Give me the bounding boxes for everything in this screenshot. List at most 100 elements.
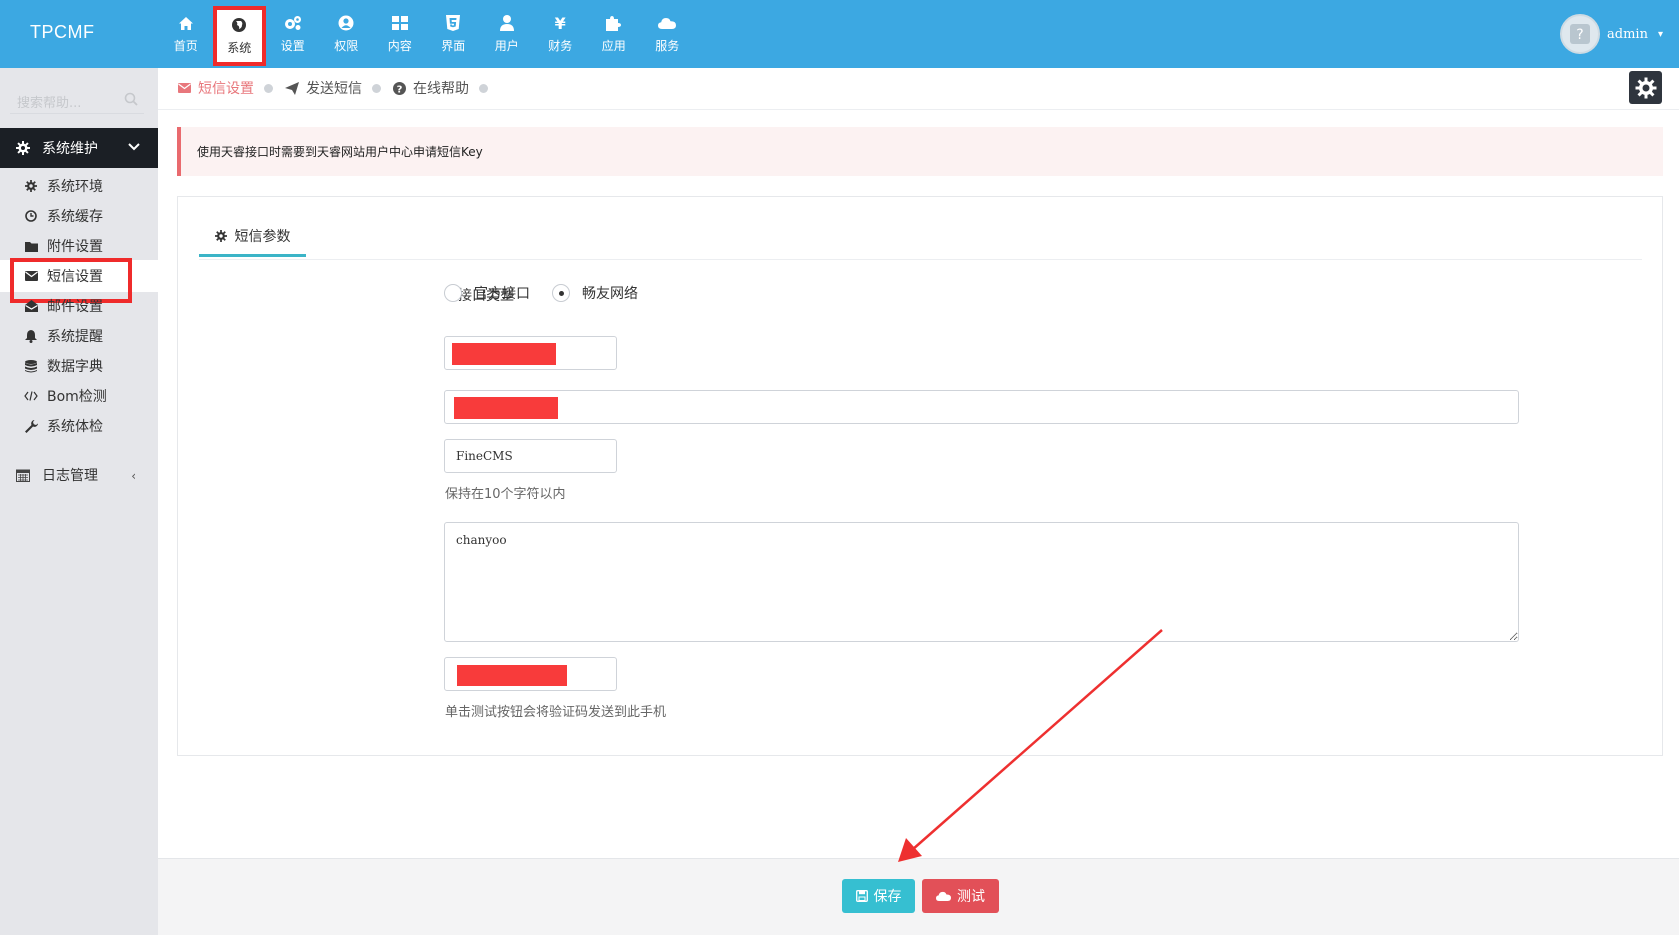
sms-params-panel: 短信参数 接口类型 官方接口 畅友网络 平台帐号 调用密码 短信签名 FineC… xyxy=(177,196,1663,756)
cloud-icon xyxy=(658,14,677,32)
sidebar-item-label: Bom检测 xyxy=(47,389,107,405)
chevron-down-icon xyxy=(128,140,140,156)
nav-item-users[interactable]: 用户 xyxy=(480,0,534,68)
sidebar-item-label: 邮件设置 xyxy=(47,299,103,315)
clock-icon xyxy=(24,209,38,223)
account-input[interactable] xyxy=(444,336,617,370)
sidebar-item-email-settings[interactable]: 邮件设置 xyxy=(0,290,158,322)
sidebar-item-label: 系统提醒 xyxy=(47,329,103,345)
radio-circle-selected[interactable] xyxy=(552,284,570,302)
tab-separator xyxy=(479,83,488,93)
signature-input[interactable]: FineCMS xyxy=(444,439,617,473)
yen-icon: ¥ xyxy=(554,13,566,33)
avatar[interactable]: ? xyxy=(1560,14,1601,54)
sidebar-item-label: 系统缓存 xyxy=(47,209,103,225)
database-icon xyxy=(24,359,38,373)
nav-label: 权限 xyxy=(334,39,359,53)
sidebar-item-data-dictionary[interactable]: 数据字典 xyxy=(0,350,158,382)
tab-label: 发送短信 xyxy=(306,81,362,97)
nav-label: 系统 xyxy=(227,41,252,55)
divider xyxy=(199,259,1642,260)
button-label: 测试 xyxy=(957,889,985,905)
cloud-icon xyxy=(936,891,951,901)
sidebar-search[interactable]: 搜索帮助... xyxy=(10,78,144,114)
custom-params-textarea[interactable]: chanyoo xyxy=(444,522,1519,642)
search-input[interactable]: 搜索帮助... xyxy=(17,92,81,111)
code-icon xyxy=(24,389,38,403)
nav-item-permissions[interactable]: 权限 xyxy=(320,0,374,68)
gear-icon xyxy=(16,141,30,155)
sidebar-item-system-check[interactable]: 系统体检 xyxy=(0,410,158,442)
sidebar-group-logs[interactable]: 日志管理 ‹ xyxy=(0,457,158,493)
chevron-down-icon[interactable]: ▾ xyxy=(1658,29,1663,40)
nav-item-system[interactable]: 系统 xyxy=(212,6,266,66)
brand-logo[interactable]: TPCMF xyxy=(30,22,95,43)
envelope-open-icon xyxy=(24,299,38,313)
tab-separator xyxy=(264,83,273,93)
svg-text:?: ? xyxy=(397,84,403,95)
tab-send-sms[interactable]: 发送短信 xyxy=(285,78,362,98)
nav-label: 服务 xyxy=(655,39,680,53)
nav-label: 界面 xyxy=(441,39,466,53)
divider xyxy=(158,109,1679,110)
test-phone-input[interactable] xyxy=(444,657,617,691)
page-tabs: 短信设置 发送短信 ? 在线帮助 xyxy=(178,76,500,100)
settings-gear-button[interactable] xyxy=(1629,71,1662,104)
button-label: 保存 xyxy=(873,889,902,905)
redacted-value xyxy=(454,397,558,419)
nav-item-finance[interactable]: ¥ 财务 xyxy=(534,0,588,68)
top-header: TPCMF 首页 系统 设置 权限 内容 界面 用户 ¥ 财务 应用 服务 ? … xyxy=(0,0,1679,68)
test-button[interactable]: 测试 xyxy=(922,879,999,913)
radio-circle[interactable] xyxy=(444,284,462,302)
wrench-icon xyxy=(24,419,38,433)
sidebar-group-label: 系统维护 xyxy=(42,141,98,157)
save-button[interactable]: 保存 xyxy=(842,879,915,913)
form-footer xyxy=(158,858,1679,935)
sidebar-item-bom-check[interactable]: Bom检测 xyxy=(0,380,158,412)
tab-label: 在线帮助 xyxy=(413,81,469,97)
password-input[interactable] xyxy=(444,390,1519,424)
sidebar-item-label: 系统体检 xyxy=(47,419,103,435)
radio-chanyoo[interactable]: 畅友网络 xyxy=(552,283,638,303)
sidebar-item-sms-settings[interactable]: 短信设置 xyxy=(0,258,158,303)
sidebar-item-label: 数据字典 xyxy=(47,359,103,375)
globe-icon xyxy=(230,16,248,34)
sidebar-item-cache[interactable]: 系统缓存 xyxy=(0,200,158,232)
user-icon xyxy=(498,14,516,32)
nav-label: 财务 xyxy=(548,39,573,53)
nav-label: 应用 xyxy=(601,39,626,53)
nav-item-apps[interactable]: 应用 xyxy=(587,0,641,68)
tab-label: 短信参数 xyxy=(234,228,291,245)
user-menu[interactable]: ? admin ▾ xyxy=(1560,14,1663,54)
cogs-icon xyxy=(284,14,302,32)
nav-item-content[interactable]: 内容 xyxy=(373,0,427,68)
user-name[interactable]: admin xyxy=(1607,27,1648,42)
nav-label: 首页 xyxy=(173,39,198,53)
tab-sms-params[interactable]: 短信参数 xyxy=(199,217,306,257)
nav-item-interface[interactable]: 界面 xyxy=(427,0,481,68)
tab-sms-settings[interactable]: 短信设置 xyxy=(178,78,254,98)
nav-item-settings[interactable]: 设置 xyxy=(266,0,320,68)
sidebar-item-environment[interactable]: 系统环境 xyxy=(0,170,158,202)
tab-online-help[interactable]: ? 在线帮助 xyxy=(393,78,469,98)
nav-label: 设置 xyxy=(280,39,305,53)
sidebar: 搜索帮助... 系统维护 系统环境 系统缓存 附件设置 短信设置 邮件设置 系统… xyxy=(0,68,158,935)
sidebar-group-system-maintenance[interactable]: 系统维护 xyxy=(0,128,158,168)
radio-label: 畅友网络 xyxy=(582,286,638,302)
nav-item-home[interactable]: 首页 xyxy=(159,0,213,68)
html5-icon xyxy=(444,14,462,32)
gear-icon xyxy=(1635,77,1656,98)
question-circle-icon: ? xyxy=(393,81,406,95)
sidebar-item-label: 短信设置 xyxy=(47,269,103,285)
envelope-icon xyxy=(178,83,191,93)
test-phone-help: 单击测试按钮会将验证码发送到此手机 xyxy=(445,705,667,720)
chevron-left-icon: ‹ xyxy=(131,469,136,483)
nav-item-services[interactable]: 服务 xyxy=(641,0,695,68)
nav-label: 内容 xyxy=(387,39,412,53)
redacted-value xyxy=(457,665,567,686)
sidebar-item-notifications[interactable]: 系统提醒 xyxy=(0,320,158,352)
radio-official-api[interactable]: 官方接口 xyxy=(444,283,530,303)
grid-icon xyxy=(391,14,409,32)
paper-plane-icon xyxy=(285,81,299,95)
search-icon[interactable] xyxy=(124,92,138,106)
